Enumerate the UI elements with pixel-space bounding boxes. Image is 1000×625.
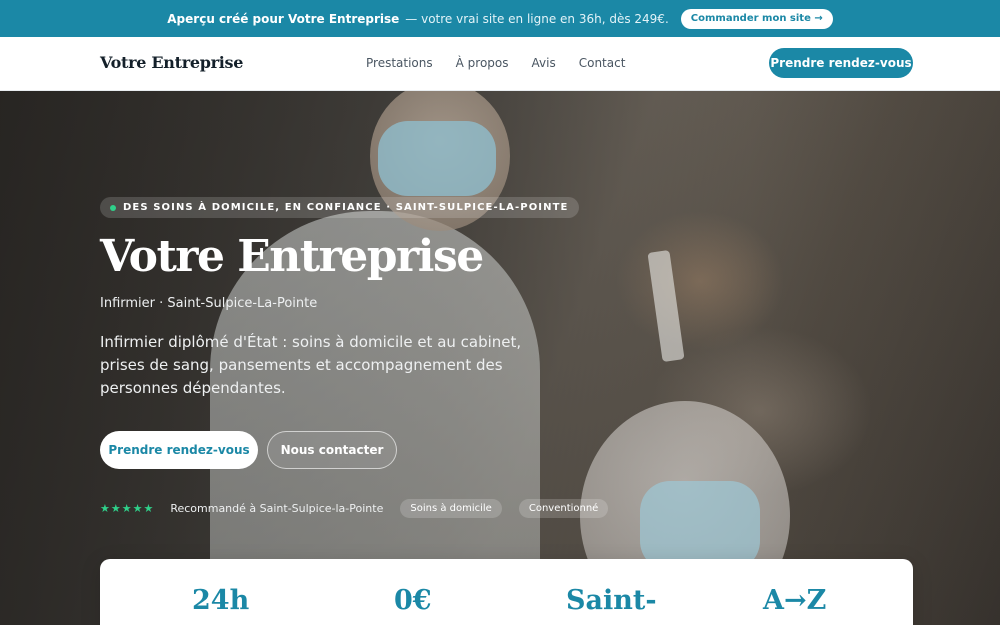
rating-stars-icon: ★★★★★	[100, 502, 155, 515]
chip-conventionne: Conventionné	[518, 499, 609, 518]
hero-photo-patient-mask	[640, 481, 760, 571]
nav-menu: Prestations À propos Avis Contact	[366, 56, 625, 70]
hero-photo-nurse-mask	[378, 121, 496, 196]
trust-text: Recommandé à Saint-Sulpice-la-Pointe	[170, 502, 384, 515]
stat-value-price: 0€	[394, 585, 432, 616]
nav-item-prestations[interactable]: Prestations	[366, 56, 433, 70]
hero-section: DES SOINS À DOMICILE, EN CONFIANCE · SAI…	[0, 91, 1000, 625]
hero-eyebrow-text: DES SOINS À DOMICILE, EN CONFIANCE · SAI…	[123, 202, 569, 213]
stat-value-24h: 24h	[192, 585, 250, 616]
chip-soins-domicile: Soins à domicile	[400, 499, 502, 518]
top-navigation: Votre Entreprise Prestations À propos Av…	[0, 37, 1000, 91]
banner-lead: Aperçu créé pour Votre Entreprise	[167, 11, 400, 26]
stat-value-location: Saint-	[566, 585, 657, 616]
banner-text: — votre vrai site en ligne en 36h, dès 2…	[405, 11, 669, 26]
hero-subtitle: Infirmier · Saint-Sulpice-La-Pointe	[100, 296, 318, 311]
stat-value-a-z: A→Z	[763, 585, 827, 616]
order-site-button[interactable]: Commander mon site →	[680, 8, 833, 29]
trust-row: ★★★★★ Recommandé à Saint-Sulpice-la-Poin…	[100, 499, 609, 518]
hero-photo-swab	[647, 250, 685, 362]
hero-title: Votre Entreprise	[100, 231, 484, 282]
hero-appointment-button[interactable]: Prendre rendez-vous	[100, 431, 258, 469]
hero-eyebrow: DES SOINS À DOMICILE, EN CONFIANCE · SAI…	[100, 197, 580, 218]
brand-logo[interactable]: Votre Entreprise	[100, 53, 243, 72]
stats-card: 24h 0€ Saint- A→Z	[100, 559, 913, 625]
promo-banner: Aperçu créé pour Votre Entreprise — votr…	[0, 0, 1000, 37]
nav-appointment-button[interactable]: Prendre rendez-vous	[769, 48, 913, 78]
hero-description: Infirmier diplômé d'État : soins à domic…	[100, 333, 522, 397]
nav-item-avis[interactable]: Avis	[532, 56, 556, 70]
status-dot-icon	[110, 204, 116, 211]
nav-item-a-propos[interactable]: À propos	[456, 56, 509, 70]
hero-contact-button[interactable]: Nous contacter	[267, 431, 397, 469]
nav-item-contact[interactable]: Contact	[579, 56, 626, 70]
